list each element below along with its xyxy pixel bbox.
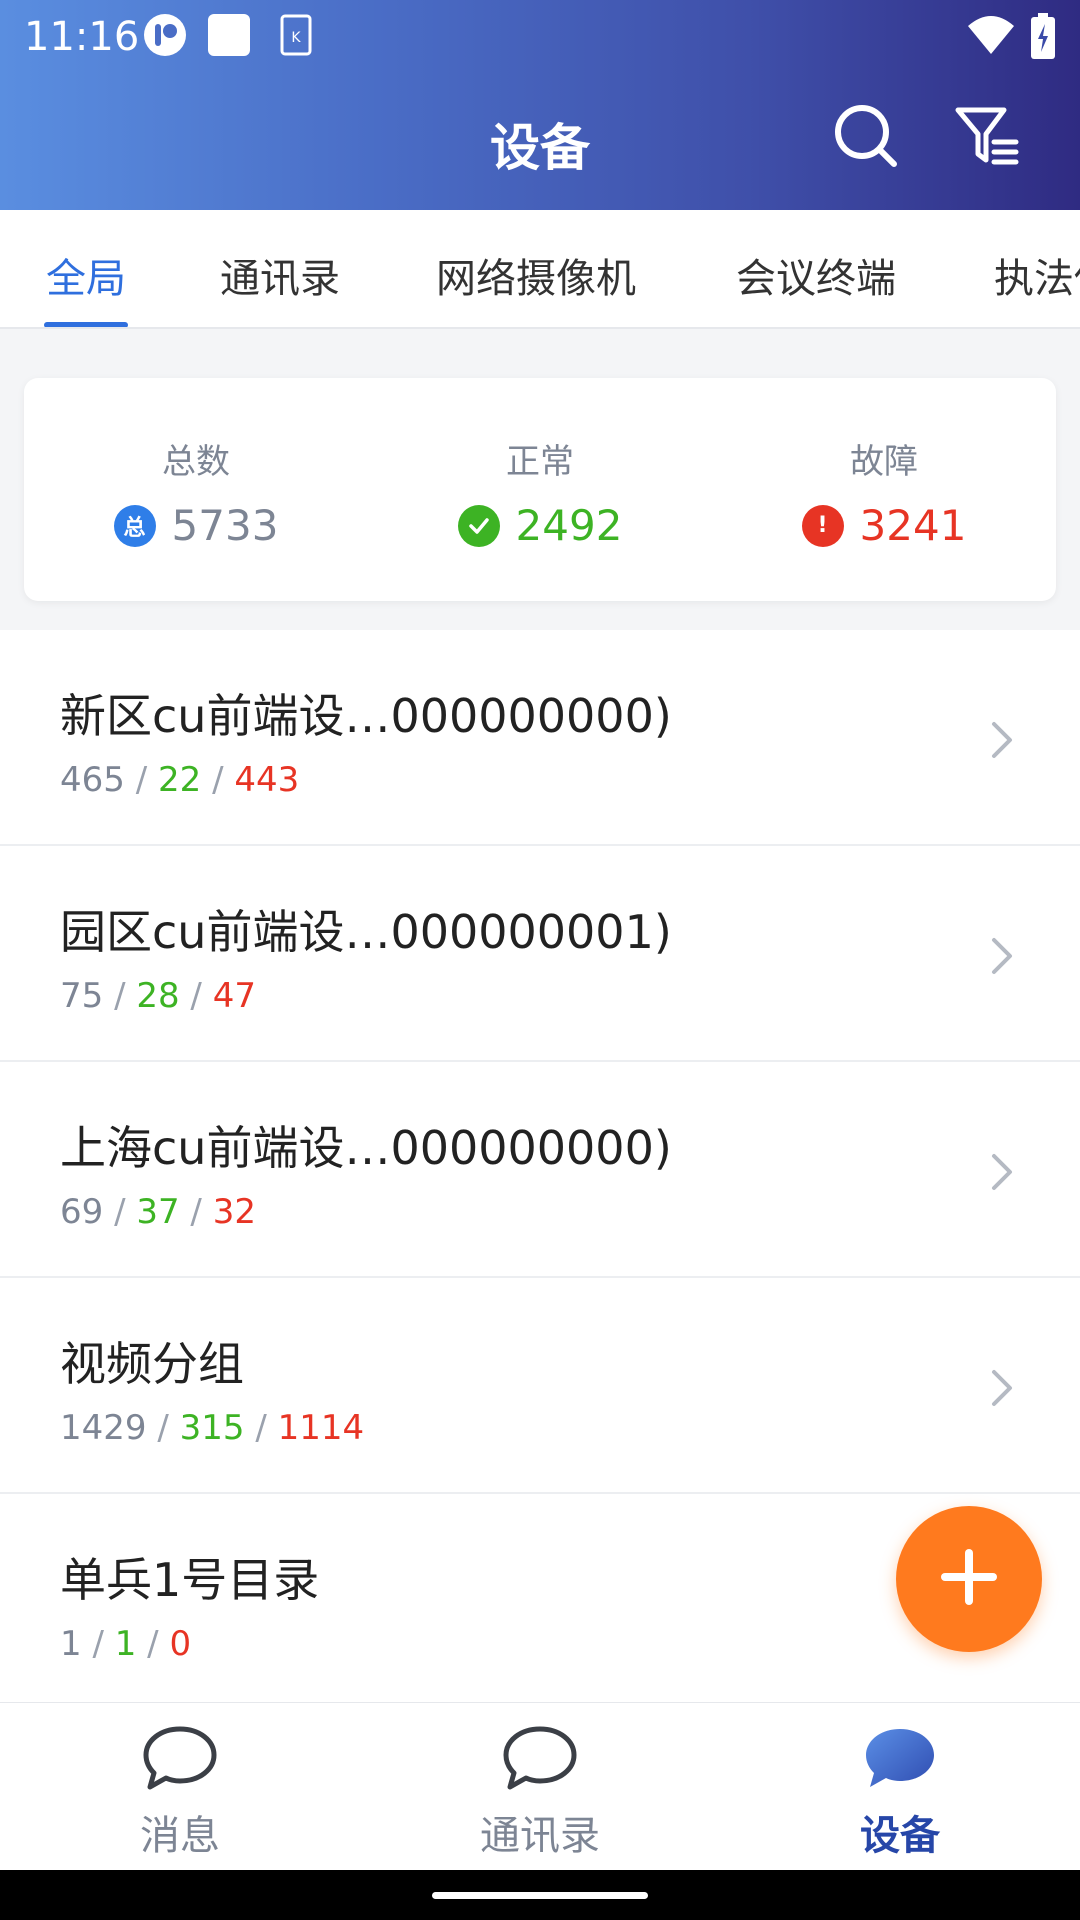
group-title: 上海cu前端设…000000000) [60,1121,672,1175]
count-separator: / [147,1624,170,1664]
group-title: 视频分组 [60,1337,244,1391]
status-bar: 11:16 K [0,0,1080,76]
count-fault: 47 [212,976,256,1016]
count-fault: 32 [212,1192,256,1232]
count-normal: 28 [136,976,180,1016]
group-counts: 1 / 1 / 0 [60,1624,191,1664]
stat-total-label: 总数 [162,442,230,482]
group-counts: 1429 / 315 / 1114 [60,1408,364,1448]
bottom-nav-messages[interactable]: 消息 [0,1703,360,1871]
count-normal: 1 [114,1624,137,1664]
group-counts: 69 / 37 / 32 [60,1192,256,1232]
add-button[interactable] [896,1506,1042,1652]
plus-icon [939,1547,999,1611]
count-separator: / [114,976,137,1016]
stat-normal-label: 正常 [506,442,574,482]
filter-button[interactable] [952,100,1024,172]
count-fault: 0 [169,1624,192,1664]
count-normal: 315 [179,1408,245,1448]
bottom-nav-label: 通讯录 [480,1813,600,1859]
count-total: 1429 [60,1408,147,1448]
chat-bubble-icon [140,1723,220,1795]
count-separator: / [157,1408,180,1448]
count-separator: / [190,976,213,1016]
count-separator: / [135,760,158,800]
chat-bubble-filled-icon [860,1723,940,1795]
category-tabs: 全局 通讯录 网络摄像机 会议终端 执法仪 [0,210,1080,329]
tab-global[interactable]: 全局 [46,246,126,304]
bottom-nav-contacts[interactable]: 通讯录 [360,1703,720,1871]
group-counts: 75 / 28 / 47 [60,976,256,1016]
keyboard-notification-icon: K [280,12,312,62]
search-button[interactable] [830,100,902,172]
count-total: 69 [60,1192,104,1232]
stat-total-value: 5733 [171,501,279,550]
error-circle-icon: ! [801,504,844,547]
home-gesture-handle[interactable] [432,1892,648,1899]
group-title: 园区cu前端设…000000001) [60,905,672,959]
bottom-nav-devices[interactable]: 设备 [720,1703,1080,1871]
bottom-nav-label: 设备 [860,1813,940,1859]
tab-ip-camera[interactable]: 网络摄像机 [436,246,636,304]
battery-charging-icon [1030,12,1056,64]
count-total: 75 [60,976,104,1016]
count-normal: 22 [157,760,202,800]
tab-conference-terminal[interactable]: 会议终端 [736,246,896,304]
tab-law-enforcement-recorder[interactable]: 执法仪 [994,246,1080,304]
count-fault: 443 [234,760,300,800]
chevron-right-icon [988,934,1016,978]
stat-fault: 故障 ! 3241 [712,434,1056,550]
list-item[interactable]: 视频分组 1429 / 315 / 1114 [0,1278,1080,1494]
bottom-nav-label: 消息 [140,1813,220,1859]
list-item[interactable]: 上海cu前端设…000000000) 69 / 37 / 32 [0,1062,1080,1278]
list-item[interactable]: 新区cu前端设…000000000) 465 / 22 / 443 [0,630,1080,846]
chat-bubble-icon [500,1723,580,1795]
count-normal: 37 [136,1192,180,1232]
wifi-icon [966,12,1016,62]
group-title: 单兵1号目录 [60,1553,320,1607]
stat-fault-value: 3241 [859,501,967,550]
count-separator: / [212,760,235,800]
count-fault: 1114 [277,1408,365,1448]
svg-text:K: K [291,30,301,46]
app-header: 11:16 K 设备 [0,0,1080,210]
square-notification-icon [206,12,252,62]
stat-fault-label: 故障 [850,442,918,482]
count-total: 465 [60,760,125,800]
group-title: 新区cu前端设…000000000) [60,689,672,743]
tab-contacts[interactable]: 通讯录 [220,246,340,304]
search-icon [830,105,902,176]
filter-list-icon [952,107,1024,176]
chevron-right-icon [988,1366,1016,1410]
count-separator: / [190,1192,213,1232]
count-separator: / [114,1192,137,1232]
system-gesture-bar [0,1870,1080,1920]
group-counts: 465 / 22 / 443 [60,760,299,800]
page-title: 设备 [490,119,590,177]
active-tab-indicator [44,322,128,327]
total-badge-icon: 总 [113,504,156,547]
stat-normal-value: 2492 [515,501,623,550]
count-separator: / [255,1408,278,1448]
chevron-right-icon [988,718,1016,762]
stat-normal: 正常 2492 [368,434,712,550]
count-separator: / [92,1624,115,1664]
count-total: 1 [60,1624,82,1664]
list-item[interactable]: 园区cu前端设…000000001) 75 / 28 / 47 [0,846,1080,1062]
app-badge-icon [142,12,188,62]
bottom-navigation: 消息 通讯录 设备 [0,1702,1080,1870]
status-time: 11:16 [24,14,140,60]
stat-total: 总数 总 5733 [24,434,368,550]
chevron-right-icon [988,1150,1016,1194]
device-summary-card: 总数 总 5733 正常 2492 故障 ! 3241 [24,378,1056,601]
check-circle-icon [457,504,500,547]
